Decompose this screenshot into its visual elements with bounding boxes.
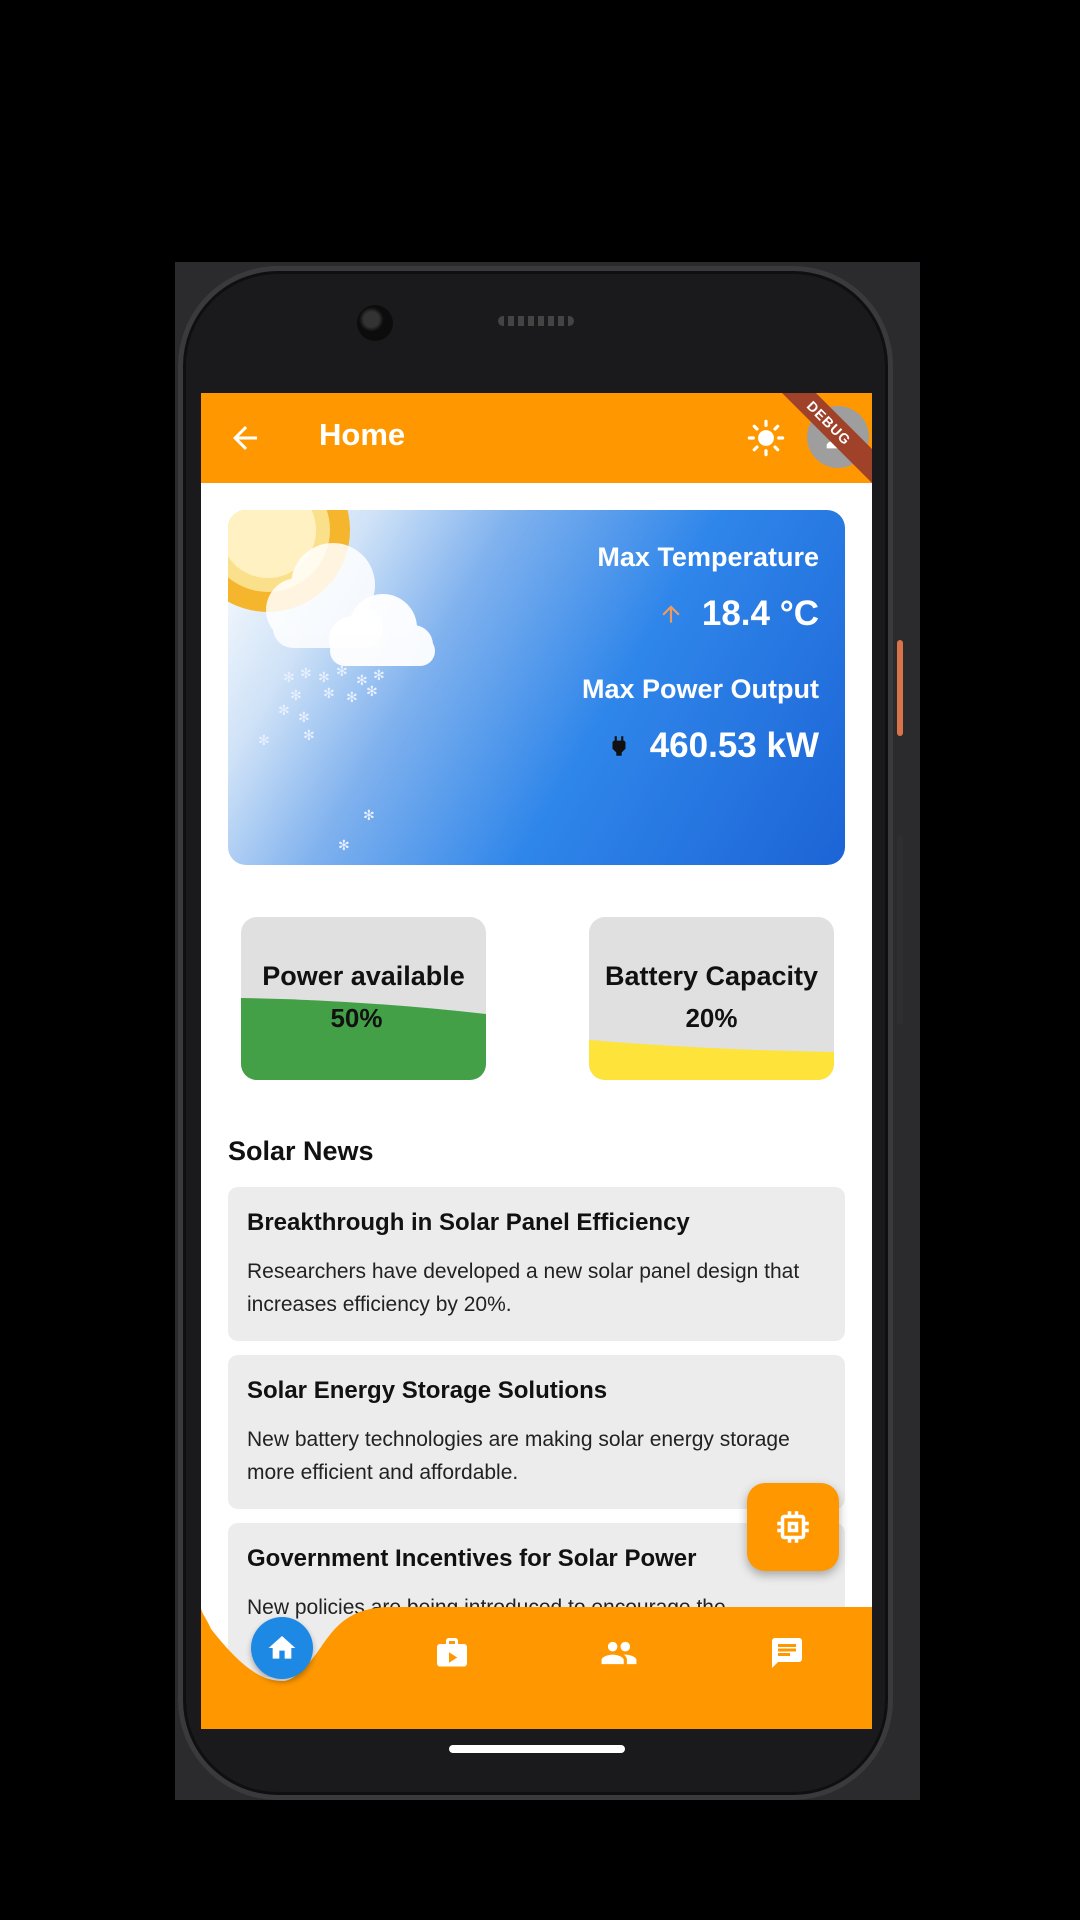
power-plug-icon	[612, 736, 626, 756]
system-home-indicator[interactable]	[449, 1745, 625, 1753]
power-available-gauge: Power available 50%	[241, 917, 486, 1080]
max-temperature-value-row: 18.4 °C	[658, 594, 819, 634]
page-title: Home	[319, 417, 406, 452]
svg-text:✻: ✻	[363, 808, 375, 824]
svg-text:✻: ✻	[366, 684, 378, 700]
battery-capacity-gauge: Battery Capacity 20%	[589, 917, 834, 1080]
svg-text:✻: ✻	[300, 666, 312, 682]
max-power-output-label: Max Power Output	[581, 674, 819, 704]
max-temperature-value: 18.4 °C	[701, 594, 819, 633]
svg-text:✻: ✻	[318, 670, 330, 686]
front-camera	[357, 305, 393, 341]
nav-work[interactable]	[432, 1633, 472, 1673]
earpiece-speaker	[498, 316, 574, 326]
bottom-navigation-bar	[201, 1607, 872, 1729]
chip-fab-button[interactable]	[747, 1483, 839, 1571]
svg-text:✻: ✻	[283, 670, 295, 686]
app-screen: Home DEBUG ✻ ✻ ✻ ✻ ✻ ✻ ✻ ✻ ✻ ✻ ✻ ✻ ✻ ✻ ✻…	[201, 393, 872, 1729]
solar-news-heading: Solar News	[228, 1136, 374, 1166]
news-title: Breakthrough in Solar Panel Efficiency	[247, 1209, 690, 1236]
arrow-up-icon	[662, 605, 680, 623]
news-title: Solar Energy Storage Solutions	[247, 1377, 608, 1404]
svg-text:✻: ✻	[278, 703, 290, 719]
svg-text:✻: ✻	[298, 710, 310, 726]
volume-button	[897, 835, 903, 1025]
nav-home[interactable]	[251, 1617, 313, 1679]
brightness-icon[interactable]	[747, 419, 785, 457]
nav-chat[interactable]	[767, 1633, 807, 1673]
snow-cloud-icon: ✻ ✻ ✻ ✻✻ ✻ ✻ ✻ ✻ ✻✻ ✻ ✻ ✻✻ ✻	[228, 510, 435, 854]
svg-text:✻: ✻	[346, 690, 358, 706]
people-icon	[601, 1641, 637, 1665]
max-power-output-value-row: 460.53 kW	[606, 726, 819, 766]
battery-capacity-value: 20%	[685, 1003, 738, 1033]
work-icon	[437, 1638, 467, 1667]
svg-text:✻: ✻	[303, 728, 315, 744]
svg-text:✻: ✻	[290, 688, 302, 704]
news-card[interactable]: Solar Energy Storage Solutions New batte…	[228, 1355, 845, 1509]
chat-icon	[772, 1638, 802, 1668]
svg-text:✻: ✻	[323, 686, 335, 702]
news-body: Researchers have developed a new solar p…	[247, 1260, 800, 1316]
back-arrow-icon[interactable]	[227, 420, 263, 456]
news-title: Government Incentives for Solar Power	[247, 1545, 697, 1572]
nav-people[interactable]	[599, 1633, 639, 1673]
power-button	[897, 640, 903, 736]
home-icon	[268, 1636, 296, 1659]
power-available-label: Power available	[262, 961, 465, 991]
battery-capacity-label: Battery Capacity	[604, 961, 819, 991]
news-card[interactable]: Breakthrough in Solar Panel Efficiency R…	[228, 1187, 845, 1341]
weather-card: ✻ ✻ ✻ ✻ ✻ ✻ ✻ ✻ ✻ ✻ ✻ ✻ ✻ ✻ ✻ ✻ Max Temperature 18…	[228, 510, 845, 865]
app-bar: Home DEBUG	[201, 393, 872, 492]
svg-text:✻: ✻	[373, 668, 385, 684]
max-power-output-value: 460.53 kW	[649, 726, 819, 765]
power-available-value: 50%	[330, 1003, 383, 1033]
svg-text:✻: ✻	[336, 664, 348, 680]
svg-text:✻: ✻	[258, 733, 270, 749]
svg-text:✻: ✻	[338, 838, 350, 854]
news-body: New battery technologies are making sola…	[247, 1428, 790, 1484]
memory-chip-icon	[777, 1511, 809, 1543]
battery-capacity-fill	[589, 1040, 834, 1080]
max-temperature-label: Max Temperature	[597, 542, 819, 572]
